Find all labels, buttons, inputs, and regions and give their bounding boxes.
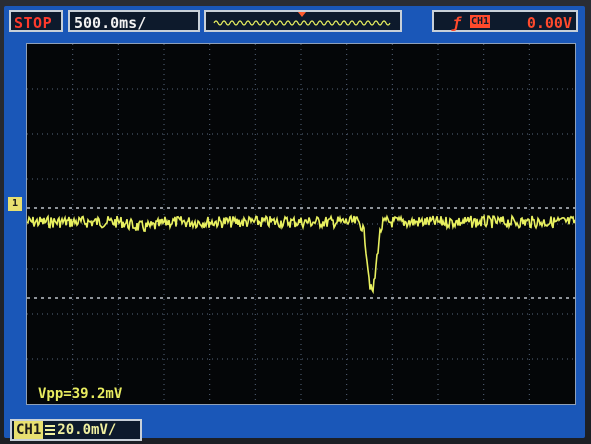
ch1-ground-marker[interactable]: 1 xyxy=(8,197,22,211)
memory-overview-bar xyxy=(204,10,402,32)
graticule xyxy=(27,44,575,404)
scope-screen: STOP 500.0ms/ ƒ CH1 0.00V T xyxy=(4,6,585,441)
trigger-panel[interactable]: ƒ CH1 0.00V xyxy=(432,10,578,32)
dc-coupling-icon xyxy=(45,425,56,435)
channel-label: CH1 xyxy=(14,421,44,439)
channel-status-bar[interactable]: CH1 20.0mV/ xyxy=(10,419,142,441)
waveform-display xyxy=(26,43,576,405)
run-stop-indicator[interactable]: STOP xyxy=(9,10,63,32)
ch1-trace xyxy=(27,214,575,295)
timebase-readout[interactable]: 500.0ms/ xyxy=(68,10,200,32)
trigger-level-readout: 0.00V xyxy=(526,14,572,32)
trigger-source: CH1 xyxy=(470,15,490,28)
vpp-measurement: Vpp=39.2mV xyxy=(38,386,123,402)
edge-trigger-icon: ƒ xyxy=(452,14,462,32)
memory-trigger-pointer xyxy=(298,12,306,17)
memory-waveform-preview xyxy=(213,12,391,26)
volts-per-div: 20.0mV/ xyxy=(57,422,117,438)
